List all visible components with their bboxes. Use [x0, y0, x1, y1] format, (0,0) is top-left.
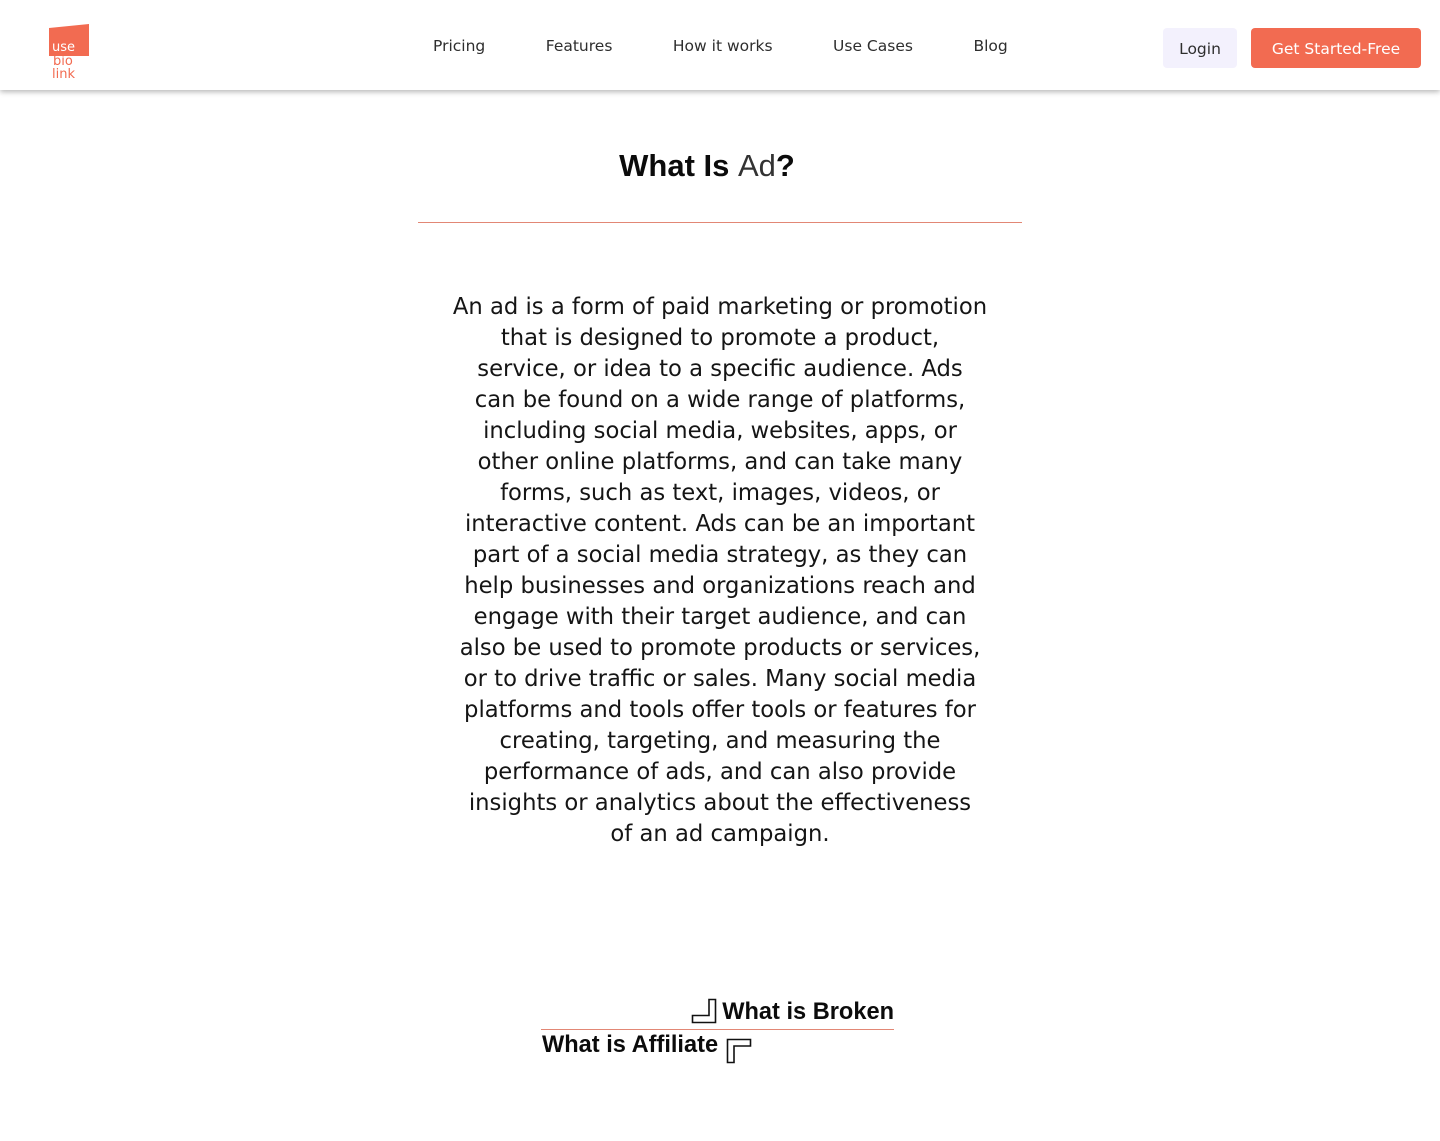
body-line: that is designed to promote a product,: [500, 325, 940, 351]
title-prefix: What Is: [619, 148, 738, 183]
body-line: of an ad campaign.: [610, 821, 830, 847]
nav-link-use-cases[interactable]: Use Cases: [833, 36, 913, 56]
related-link-broken[interactable]: What is Broken: [691, 997, 894, 1025]
corner-top-left-icon: [726, 1038, 752, 1064]
related-link-label: What is Affiliate: [542, 1032, 719, 1058]
article-body: An ad is a form of paid marketing or pro…: [0, 292, 1440, 850]
logo-link[interactable]: use bio link: [48, 22, 92, 84]
body-line: interactive content. Ads can be an impor…: [465, 511, 975, 537]
body-line: engage with their target audience, and c…: [473, 604, 967, 630]
title-term: Ad: [737, 148, 776, 183]
title-divider: [418, 222, 1022, 223]
body-line: or to drive traffic or sales. Many socia…: [463, 666, 977, 692]
logo-text-use: use: [52, 40, 76, 55]
login-button[interactable]: Login: [1163, 28, 1237, 68]
body-line: An ad is a form of paid marketing or pro…: [452, 294, 988, 320]
body-line: platforms and tools offer tools or featu…: [464, 697, 976, 723]
related-divider: [541, 1029, 894, 1030]
body-line: insights or analytics about the effectiv…: [468, 790, 972, 816]
site-header: use bio link Pricing Features How it wor…: [0, 0, 1440, 90]
body-line: help businesses and organizations reach …: [464, 573, 976, 599]
page-title: What Is Ad?: [0, 146, 1414, 186]
nav-link-features[interactable]: Features: [546, 36, 613, 56]
body-line: forms, such as text, images, videos, or: [500, 480, 940, 506]
related-link-label: What is Broken: [722, 999, 894, 1025]
body-line: service, or idea to a specific audience.…: [477, 356, 963, 382]
logo-text-link: link: [52, 67, 75, 82]
nav-link-pricing[interactable]: Pricing: [433, 36, 485, 56]
body-line: can be found on a wide range of platform…: [474, 387, 966, 413]
body-line: also be used to promote products or serv…: [459, 635, 981, 661]
body-line: including social media, websites, apps, …: [483, 418, 957, 444]
body-line: part of a social media strategy, as they…: [472, 542, 968, 568]
get-started-button[interactable]: Get Started-Free: [1251, 28, 1421, 68]
title-suffix: ?: [775, 148, 795, 183]
corner-bottom-right-icon: [691, 998, 717, 1024]
body-line: performance of ads, and can also provide: [483, 759, 957, 785]
nav-link-blog[interactable]: Blog: [973, 36, 1007, 56]
body-line: other online platforms, and can take man…: [477, 449, 963, 475]
nav-link-how-it-works[interactable]: How it works: [673, 36, 773, 56]
body-line: creating, targeting, and measuring the: [499, 728, 941, 754]
main-nav: Pricing Features How it works Use Cases …: [433, 36, 1008, 56]
related-link-affiliate[interactable]: What is Affiliate: [542, 1031, 752, 1064]
